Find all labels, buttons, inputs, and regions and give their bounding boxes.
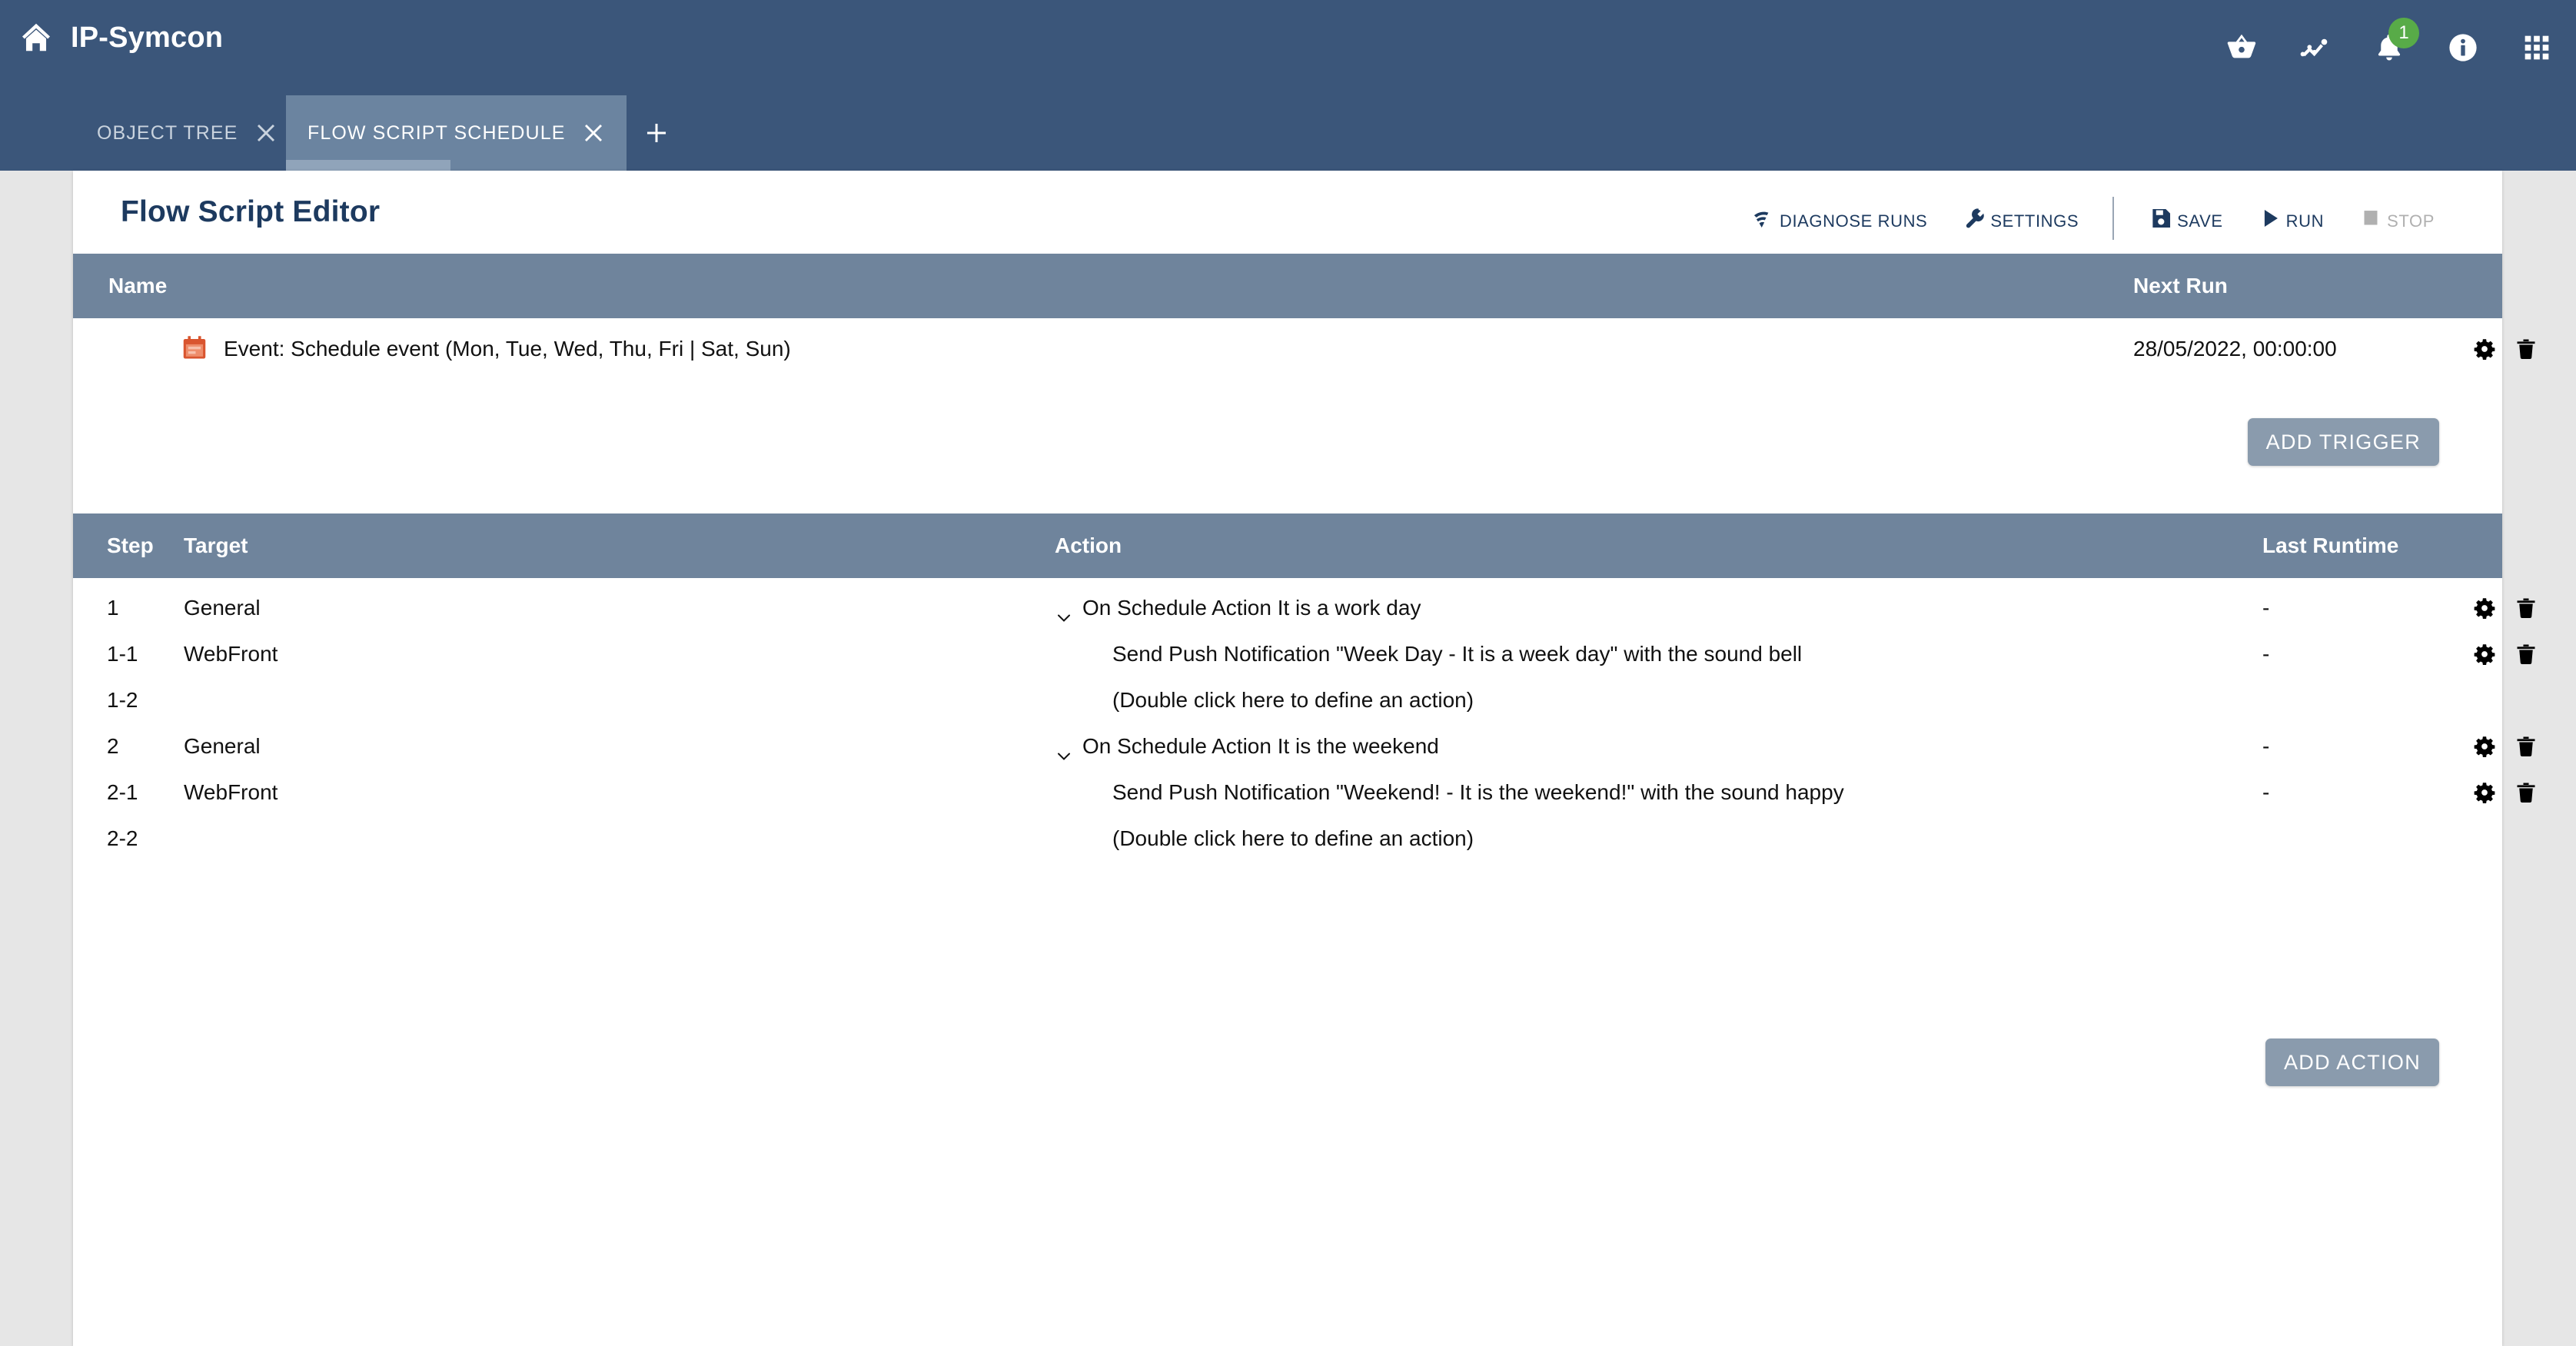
gear-icon[interactable] <box>2473 781 2496 804</box>
triggers-table-body: Event: Schedule event (Mon, Tue, Wed, Th… <box>73 318 2535 513</box>
row-controls <box>2473 633 2538 676</box>
triggers-footer: ADD TRIGGER <box>73 318 2502 513</box>
stop-icon <box>2358 205 2384 231</box>
triggers-table-header: Name Next Run <box>73 254 2502 318</box>
action-last-runtime: - <box>2262 780 2270 804</box>
app-header: IP-Symcon 1 <box>0 0 2576 95</box>
chart-line-icon[interactable] <box>2298 30 2333 65</box>
toolbar-label: STOP <box>2387 211 2435 231</box>
gear-icon[interactable] <box>2473 597 2496 620</box>
trash-icon[interactable] <box>2515 643 2538 666</box>
action-description[interactable]: (Double click here to define an action) <box>1112 679 1474 722</box>
table-row[interactable]: 1 General On Schedule Action It is a work … <box>73 587 2535 630</box>
action-text: On Schedule Action It is the weekend <box>1082 734 1439 758</box>
save-icon <box>2148 205 2174 231</box>
action-text: On Schedule Action It is a work day <box>1082 596 1421 620</box>
trash-icon[interactable] <box>2515 337 2538 361</box>
action-text: Send Push Notification "Weekend! - It is… <box>1112 780 1844 804</box>
editor-toolbar: DIAGNOSE RUNS SETTINGS SAVE RUN STOP <box>1733 197 2451 240</box>
toolbar-label: SETTINGS <box>1990 211 2079 231</box>
tab-label: FLOW SCRIPT SCHEDULE <box>307 121 566 144</box>
action-description[interactable]: Send Push Notification "Weekend! - It is… <box>1112 771 1844 814</box>
action-target: General <box>184 596 261 620</box>
plus-icon <box>643 120 670 146</box>
flow-script-editor-card: Flow Script Editor DIAGNOSE RUNS SETTING… <box>73 171 2535 1346</box>
column-header-name: Name <box>108 274 168 297</box>
brand-name: IP-Symcon <box>71 21 224 54</box>
action-step: 1-2 <box>107 688 138 712</box>
editor-header: Flow Script Editor DIAGNOSE RUNS SETTING… <box>73 171 2502 254</box>
action-step: 1 <box>107 596 119 620</box>
action-last-runtime: - <box>2262 642 2270 666</box>
tab-label: OBJECT TREE <box>97 121 238 144</box>
row-controls <box>2473 771 2538 814</box>
basket-icon[interactable] <box>2224 30 2259 65</box>
run-button[interactable]: RUN <box>2240 205 2341 231</box>
action-text: Send Push Notification "Week Day - It is… <box>1112 642 1803 666</box>
info-icon[interactable] <box>2445 30 2481 65</box>
tab-object-tree[interactable]: OBJECT TREE <box>75 95 299 171</box>
chevron-down-icon[interactable] <box>1055 737 1073 760</box>
chevron-down-icon[interactable] <box>1055 599 1073 622</box>
actions-table-header: Step Target Action Last Runtime <box>73 513 2502 578</box>
action-description[interactable]: On Schedule Action It is the weekend <box>1055 725 1439 768</box>
trash-icon[interactable] <box>2515 735 2538 758</box>
table-row[interactable]: 1-2 (Double click here to define an actio… <box>73 679 2502 722</box>
table-row[interactable]: 2-2 (Double click here to define an actio… <box>73 817 2502 860</box>
toolbar-divider <box>2112 197 2115 240</box>
page-title: Flow Script Editor <box>121 195 381 228</box>
trash-icon[interactable] <box>2515 781 2538 804</box>
action-step: 1-1 <box>107 642 138 666</box>
home-icon[interactable] <box>18 20 54 55</box>
close-icon[interactable] <box>254 121 278 145</box>
action-text: (Double click here to define an action) <box>1112 826 1474 850</box>
add-action-button[interactable]: ADD ACTION <box>2265 1039 2439 1086</box>
toolbar-label: RUN <box>2285 211 2325 231</box>
save-button[interactable]: SAVE <box>2131 205 2239 231</box>
notification-badge: 1 <box>2388 18 2419 48</box>
table-row[interactable]: 2 General On Schedule Action It is the wee… <box>73 725 2535 768</box>
action-last-runtime: - <box>2262 596 2270 620</box>
action-step: 2-2 <box>107 826 138 850</box>
action-target: WebFront <box>184 780 278 804</box>
toolbar-label: SAVE <box>2177 211 2223 231</box>
diagnose-icon <box>1750 205 1777 231</box>
active-tab-underline <box>286 160 450 171</box>
wrench-icon <box>1961 205 1987 231</box>
apps-grid-icon[interactable] <box>2519 30 2554 65</box>
action-description[interactable]: On Schedule Action It is a work day <box>1055 587 1421 630</box>
column-header-target: Target <box>184 533 248 557</box>
action-last-runtime: - <box>2262 734 2270 758</box>
action-target: WebFront <box>184 642 278 666</box>
column-header-step: Step <box>107 533 154 557</box>
gear-icon[interactable] <box>2473 643 2496 666</box>
add-tab-button[interactable] <box>627 95 686 171</box>
bell-icon[interactable]: 1 <box>2372 18 2419 65</box>
trash-icon[interactable] <box>2515 597 2538 620</box>
column-header-last-runtime: Last Runtime <box>2262 533 2399 557</box>
action-text: (Double click here to define an action) <box>1112 688 1474 712</box>
stop-button[interactable]: STOP <box>2341 205 2451 231</box>
table-row[interactable]: 2-1 WebFront Send Push Notification "Weeke… <box>73 771 2535 814</box>
column-header-next-run: Next Run <box>2133 274 2228 297</box>
play-icon <box>2257 205 2283 231</box>
row-controls <box>2473 587 2538 630</box>
column-header-action: Action <box>1055 533 1122 557</box>
close-icon[interactable] <box>582 121 605 145</box>
diagnose-runs-button[interactable]: DIAGNOSE RUNS <box>1733 205 1944 231</box>
action-step: 2 <box>107 734 119 758</box>
app-header-icons: 1 <box>2224 0 2554 95</box>
action-target: General <box>184 734 261 758</box>
settings-button[interactable]: SETTINGS <box>1944 205 2096 231</box>
action-step: 2-1 <box>107 780 138 804</box>
table-row[interactable]: 1-1 WebFront Send Push Notification "Week … <box>73 633 2535 676</box>
actions-table-body: 1 General On Schedule Action It is a work … <box>73 578 2535 1112</box>
brand: IP-Symcon <box>18 20 223 55</box>
gear-icon[interactable] <box>2473 735 2496 758</box>
action-description[interactable]: Send Push Notification "Week Day - It is… <box>1112 633 1802 676</box>
add-trigger-button[interactable]: ADD TRIGGER <box>2247 418 2439 466</box>
action-description[interactable]: (Double click here to define an action) <box>1112 817 1474 860</box>
toolbar-label: DIAGNOSE RUNS <box>1779 211 1928 231</box>
row-controls <box>2473 725 2538 768</box>
